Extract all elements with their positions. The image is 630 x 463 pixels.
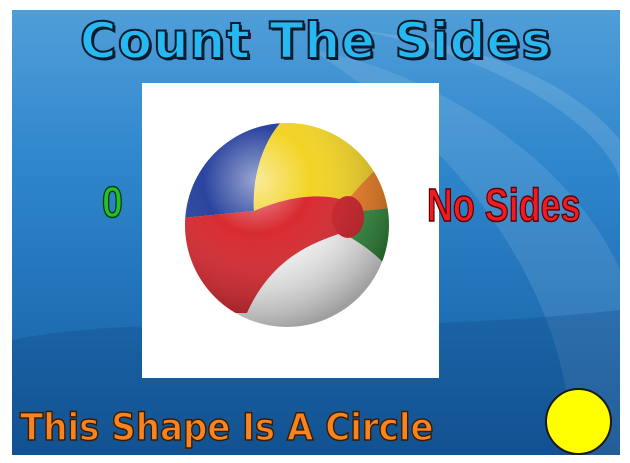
side-count: 0 <box>101 177 123 228</box>
shape-caption: This Shape Is A Circle <box>19 405 434 450</box>
slide: Count The Sides 0 No Sides This Shape Is… <box>12 10 620 455</box>
yellow-circle-icon <box>545 388 612 455</box>
sides-label: No Sides <box>426 178 581 232</box>
slide-title: Count The Sides <box>79 11 553 71</box>
beach-ball-icon <box>185 123 389 327</box>
beach-ball-image <box>142 83 439 378</box>
